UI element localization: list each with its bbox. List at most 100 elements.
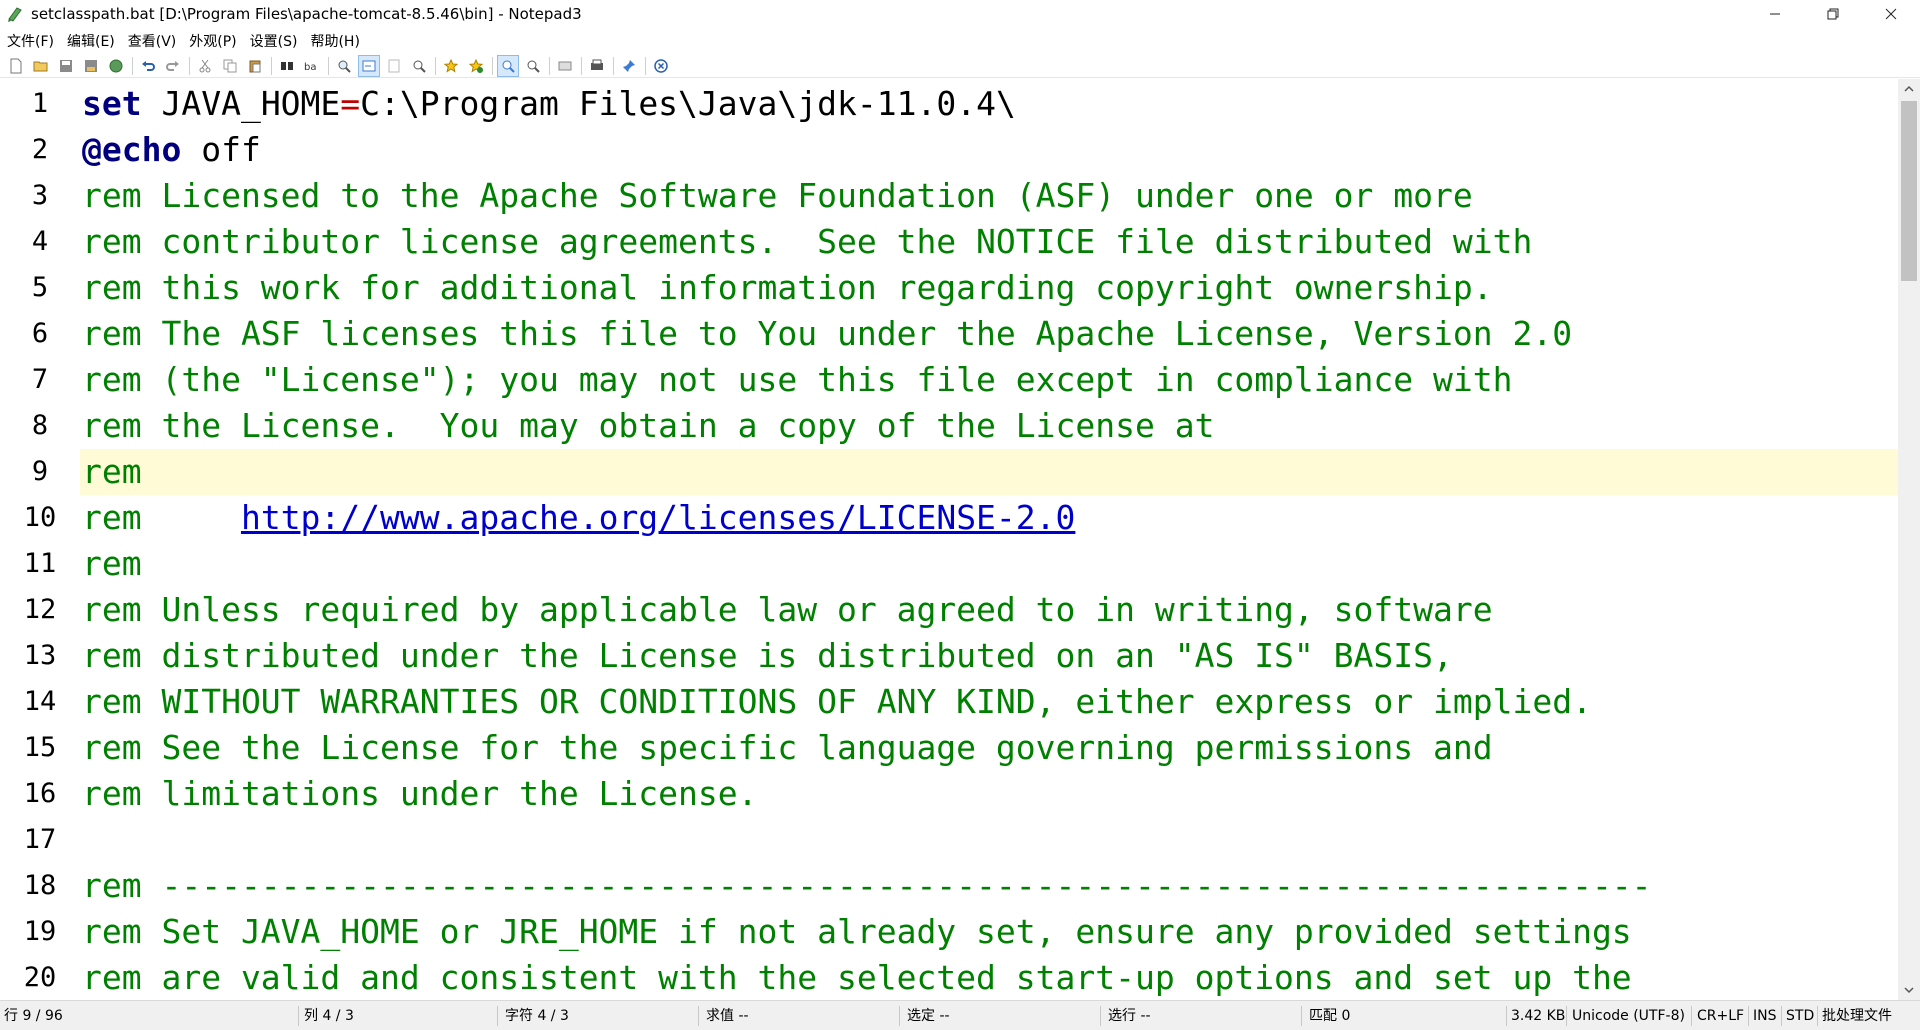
pin-icon[interactable] xyxy=(618,55,640,77)
status-char[interactable]: 字符 4 / 3 xyxy=(505,1001,569,1030)
browse-icon[interactable] xyxy=(105,55,127,77)
code-text[interactable]: rem xyxy=(82,541,142,587)
status-divider xyxy=(1817,1006,1818,1026)
status-eval[interactable]: 求值 -- xyxy=(706,1001,749,1030)
menu-bar: 文件(F) 编辑(E) 查看(V) 外观(P) 设置(S) 帮助(H) xyxy=(0,29,1920,53)
status-std[interactable]: STD xyxy=(1786,1001,1814,1030)
status-line[interactable]: 行 9 / 96 xyxy=(4,1001,63,1030)
zoom-out-icon[interactable] xyxy=(522,55,544,77)
code-line[interactable]: 11 rem xyxy=(0,541,1898,587)
paste-icon[interactable] xyxy=(244,55,266,77)
code-line[interactable]: 13 rem distributed under the License is d… xyxy=(0,633,1898,679)
print-icon[interactable] xyxy=(586,55,608,77)
status-divider xyxy=(1691,1006,1692,1026)
zoom-icon[interactable] xyxy=(408,55,430,77)
new-file-icon[interactable] xyxy=(5,55,27,77)
code-line[interactable]: 18 rem ----------------------------------… xyxy=(0,863,1898,909)
toolbar-separator xyxy=(189,56,190,75)
status-match[interactable]: 匹配 0 xyxy=(1309,1001,1350,1030)
code-line[interactable]: 9 rem xyxy=(0,449,1898,495)
code-line[interactable]: 10 rem http://www.apache.org/licenses/LIC… xyxy=(0,495,1898,541)
code-line[interactable]: 17 xyxy=(0,817,1898,863)
code-line[interactable]: 2 @echo off xyxy=(0,127,1898,173)
code-line[interactable]: 12 rem Unless required by applicable law … xyxy=(0,587,1898,633)
hyperlink[interactable]: http://www.apache.org/licenses/LICENSE-2… xyxy=(241,498,1075,537)
code-token: rem See the License for the specific lan… xyxy=(82,728,1493,767)
code-text[interactable]: rem ------------------------------------… xyxy=(82,863,1652,909)
code-text[interactable]: rem Licensed to the Apache Software Foun… xyxy=(82,173,1473,219)
code-line[interactable]: 20 rem are valid and consistent with the … xyxy=(0,955,1898,1000)
status-column[interactable]: 列 4 / 3 xyxy=(304,1001,354,1030)
window-controls xyxy=(1746,0,1920,28)
undo-icon[interactable] xyxy=(137,55,159,77)
block-icon[interactable] xyxy=(383,55,405,77)
code-text[interactable]: rem distributed under the License is dis… xyxy=(82,633,1453,679)
code-line[interactable]: 4 rem contributor license agreements. See… xyxy=(0,219,1898,265)
status-selected-lines[interactable]: 选行 -- xyxy=(1108,1001,1151,1030)
code-text[interactable]: rem Unless required by applicable law or… xyxy=(82,587,1493,633)
scroll-down-arrow-icon[interactable] xyxy=(1898,980,1920,1000)
code-token: rem xyxy=(82,452,142,491)
code-text[interactable]: rem are valid and consistent with the se… xyxy=(82,955,1632,1000)
editor-area[interactable]: 1 set JAVA_HOME=C:\Program Files\Java\jdk… xyxy=(0,79,1898,1000)
status-encoding[interactable]: Unicode (UTF-8) xyxy=(1572,1001,1685,1030)
status-eol[interactable]: CR+LF xyxy=(1697,1001,1744,1030)
code-text[interactable]: rem Set JAVA_HOME or JRE_HOME if not alr… xyxy=(82,909,1632,955)
code-text[interactable]: rem See the License for the specific lan… xyxy=(82,725,1493,771)
code-line[interactable]: 6 rem The ASF licenses this file to You u… xyxy=(0,311,1898,357)
menu-file[interactable]: 文件(F) xyxy=(7,31,54,51)
save-icon[interactable] xyxy=(55,55,77,77)
scrollbar-thumb[interactable] xyxy=(1901,101,1917,281)
line-number: 5 xyxy=(31,272,49,303)
find-icon[interactable] xyxy=(276,55,298,77)
code-line[interactable]: 7 rem (the "License"); you may not use th… xyxy=(0,357,1898,403)
code-line[interactable]: 16 rem limitations under the License. xyxy=(0,771,1898,817)
code-text[interactable]: @echo off xyxy=(82,127,261,173)
scroll-up-arrow-icon[interactable] xyxy=(1898,79,1920,99)
menu-edit[interactable]: 编辑(E) xyxy=(67,31,115,51)
status-lexer[interactable]: 批处理文件 xyxy=(1822,1001,1892,1030)
vertical-scrollbar[interactable] xyxy=(1898,79,1920,1000)
word-wrap-icon[interactable] xyxy=(358,54,380,77)
code-text[interactable]: rem The ASF licenses this file to You un… xyxy=(82,311,1572,357)
cut-icon[interactable] xyxy=(194,55,216,77)
replace-icon[interactable]: ba xyxy=(301,55,323,77)
code-line[interactable]: 8 rem the License. You may obtain a copy … xyxy=(0,403,1898,449)
code-text[interactable]: rem limitations under the License. xyxy=(82,771,758,817)
page-setup-icon[interactable] xyxy=(554,55,576,77)
code-text[interactable]: rem contributor license agreements. See … xyxy=(82,219,1532,265)
code-text[interactable]: rem WITHOUT WARRANTIES OR CONDITIONS OF … xyxy=(82,679,1592,725)
code-text[interactable]: rem http://www.apache.org/licenses/LICEN… xyxy=(82,495,1075,541)
code-text[interactable]: rem the License. You may obtain a copy o… xyxy=(82,403,1214,449)
add-favorite-icon[interactable] xyxy=(465,55,487,77)
close-doc-icon[interactable] xyxy=(650,55,672,77)
menu-view[interactable]: 查看(V) xyxy=(128,31,177,51)
menu-help[interactable]: 帮助(H) xyxy=(310,31,359,51)
code-line[interactable]: 14 rem WITHOUT WARRANTIES OR CONDITIONS O… xyxy=(0,679,1898,725)
minimize-button[interactable] xyxy=(1746,0,1804,28)
redo-icon[interactable] xyxy=(162,55,184,77)
status-ins[interactable]: INS xyxy=(1753,1001,1777,1030)
favorite-icon[interactable] xyxy=(440,55,462,77)
code-text[interactable]: rem this work for additional information… xyxy=(82,265,1493,311)
code-line[interactable]: 1 set JAVA_HOME=C:\Program Files\Java\jdk… xyxy=(0,81,1898,127)
find-next-icon[interactable] xyxy=(333,55,355,77)
open-file-icon[interactable] xyxy=(30,55,52,77)
code-token: rem ------------------------------------… xyxy=(82,866,1652,905)
code-text[interactable]: rem xyxy=(82,449,142,495)
copy-icon[interactable] xyxy=(219,55,241,77)
line-number: 11 xyxy=(23,548,57,579)
code-line[interactable]: 3 rem Licensed to the Apache Software Fou… xyxy=(0,173,1898,219)
code-text[interactable]: rem (the "License"); you may not use thi… xyxy=(82,357,1512,403)
menu-appearance[interactable]: 外观(P) xyxy=(189,31,236,51)
close-button[interactable] xyxy=(1862,0,1920,28)
menu-settings[interactable]: 设置(S) xyxy=(250,31,298,51)
restore-button[interactable] xyxy=(1804,0,1862,28)
code-line[interactable]: 15 rem See the License for the specific l… xyxy=(0,725,1898,771)
save-as-icon[interactable] xyxy=(80,55,102,77)
code-line[interactable]: 5 rem this work for additional informatio… xyxy=(0,265,1898,311)
code-text[interactable]: set JAVA_HOME=C:\Program Files\Java\jdk-… xyxy=(82,81,1016,127)
zoom-in-icon[interactable] xyxy=(497,54,519,77)
status-selection[interactable]: 选定 -- xyxy=(907,1001,950,1030)
code-line[interactable]: 19 rem Set JAVA_HOME or JRE_HOME if not a… xyxy=(0,909,1898,955)
